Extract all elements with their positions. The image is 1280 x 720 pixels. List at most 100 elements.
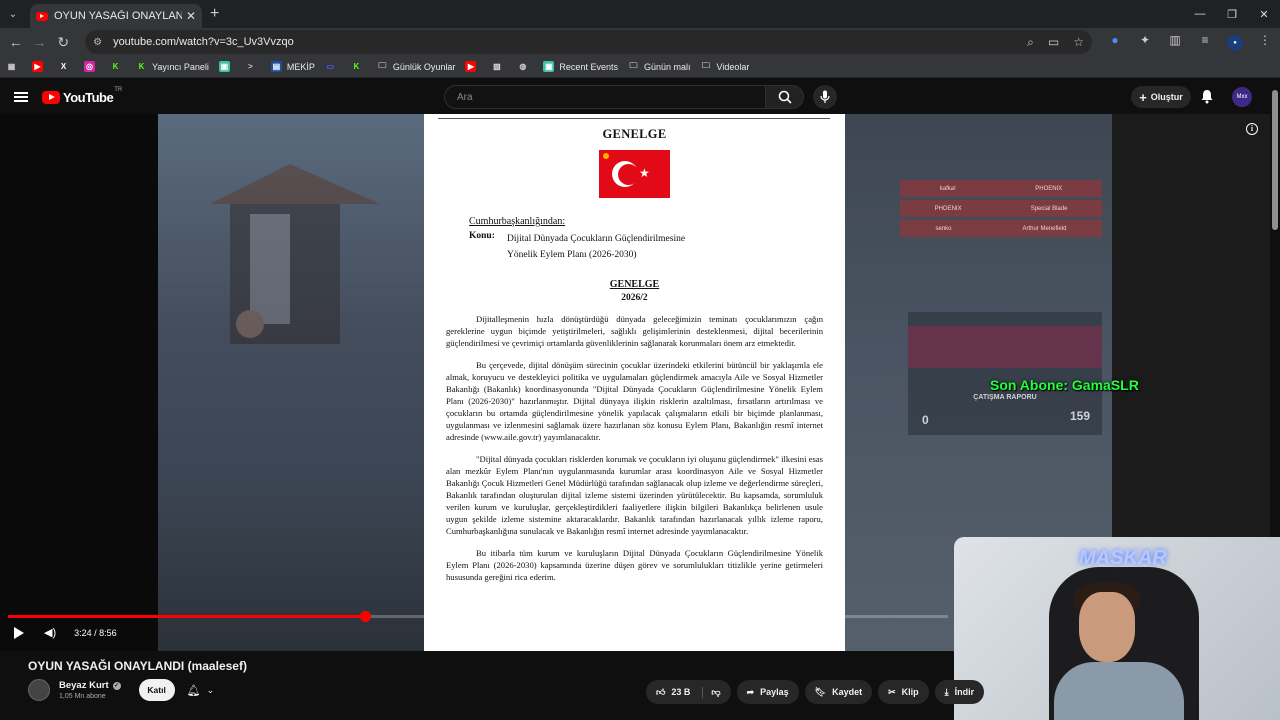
bell-icon: 🔔︎	[186, 684, 201, 697]
youtube-favicon-icon	[36, 11, 48, 21]
channel-avatar[interactable]	[28, 679, 50, 701]
info-icon[interactable]: i	[1246, 123, 1258, 135]
bookmark-gunun-mali[interactable]: 🗀 Günün malı	[628, 61, 690, 72]
cast-icon[interactable]: ▭	[1048, 35, 1059, 49]
bookmark-gunluk-oyunlar[interactable]: 🗀 Günlük Oyunlar	[377, 61, 455, 72]
verified-icon: ✓	[112, 681, 121, 690]
account-avatar[interactable]: Mxx	[1232, 87, 1252, 107]
video-letterbox	[0, 114, 158, 651]
forward-button[interactable]: →	[28, 34, 52, 50]
search-input[interactable]: Ara	[444, 85, 766, 109]
bookmark-app[interactable]: ▣	[218, 61, 235, 72]
reload-button[interactable]: ↻	[51, 34, 75, 51]
restore-button[interactable]: ❐	[1216, 0, 1248, 28]
thumbs-up-icon: 👍︎	[656, 686, 666, 697]
kill-feed-row: kafka! PHOENIX	[900, 180, 1102, 197]
bookmark-x[interactable]: X	[58, 61, 74, 72]
search-icon	[778, 90, 792, 104]
back-button[interactable]: ←	[4, 34, 28, 50]
streamer-webcam: MASKAR	[954, 537, 1280, 720]
bookmarks-bar: ▦ ▶ X ◎ K K Yayıncı Paneli ▣ > ▤ MEKİP ▭ K…	[0, 56, 1280, 78]
bookmark-icon: 🔖︎	[814, 686, 827, 697]
bookmark-terminal[interactable]: >	[245, 61, 261, 72]
side-panel-icon[interactable]: ▥	[1160, 33, 1190, 51]
dislike-icon[interactable]: 👎︎	[702, 686, 721, 698]
game-scenery-image	[210, 164, 380, 344]
youtube-play-icon	[42, 90, 60, 104]
kill-feed-row: senko Arthur Menefield	[900, 220, 1102, 237]
bookmark-kick-2[interactable]: K	[351, 61, 367, 72]
last-subscriber-overlay: Son Abone: GamaSLR	[990, 377, 1139, 393]
channel-name[interactable]: Beyaz Kurt	[59, 680, 109, 691]
extension-icon[interactable]: ●	[1100, 33, 1130, 51]
volume-icon[interactable]: ◀)	[44, 626, 56, 639]
browser-tab-bar: ⌄ OYUN YASAĞI ONAYLANDI (ma… ✕ + — ❐ ✕	[0, 0, 1280, 28]
minimize-button[interactable]: —	[1184, 0, 1216, 28]
search-button[interactable]	[766, 85, 804, 109]
share-icon: ➦	[746, 686, 755, 697]
bookmark-image[interactable]: ▨	[491, 61, 507, 72]
voice-search-button[interactable]	[813, 85, 837, 109]
close-window-button[interactable]: ✕	[1248, 0, 1280, 28]
kill-feed-row: PHOENIX Special Blade	[900, 200, 1102, 217]
document-paragraph: Dijitalleşmenin hızla dönüştürdüğü dünya…	[446, 314, 823, 348]
streamer-face	[1079, 592, 1135, 662]
channel-row: Beyaz Kurt ✓ 1,05 Mn abone Katıl 🔔︎ ⌄	[28, 679, 214, 701]
microphone-icon	[820, 90, 830, 103]
new-tab-button[interactable]: +	[210, 5, 219, 23]
reading-list-icon[interactable]: ≡	[1190, 33, 1220, 51]
document-subject: Konu: Dijital Dünyada Çocukların Güçlend…	[469, 231, 686, 260]
webcam-logo: MASKAR	[1079, 547, 1167, 569]
bookmark-star-icon[interactable]: ☆	[1073, 35, 1084, 49]
youtube-logo[interactable]: YouTube TR	[42, 87, 122, 105]
browser-tab[interactable]: OYUN YASAĞI ONAYLANDI (ma… ✕	[30, 4, 202, 28]
page-scrollbar[interactable]	[1272, 90, 1278, 230]
window-controls: — ❐ ✕	[1184, 0, 1280, 28]
bookmark-videolar[interactable]: 🗀 Videolar	[700, 61, 749, 72]
bookmark-recent-events[interactable]: ▣ Recent Events	[543, 61, 618, 72]
bookmark-mekip[interactable]: ▤ MEKİP	[270, 61, 315, 72]
scissors-icon: ✂	[888, 686, 896, 697]
combat-report-panel: ÇATIŞMA RAPORU 0 159	[908, 312, 1102, 435]
bookmark-globe[interactable]: ◍	[517, 61, 533, 72]
circular-document: GENELGE ★ Cumhurbaşkanlığından: Konu: Di…	[424, 114, 845, 651]
join-button[interactable]: Katıl	[138, 679, 175, 701]
save-button[interactable]: 🔖︎ Kaydet	[804, 680, 873, 704]
notifications-bell-icon[interactable]	[1200, 89, 1214, 109]
hamburger-menu-icon[interactable]	[14, 92, 28, 102]
player-controls: ◀) 3:24 / 8:56	[0, 614, 954, 651]
address-bar[interactable]: ⚙ youtube.com/watch?v=3c_Uv3Vvzqo ⌕ ▭ ☆	[85, 30, 1092, 54]
profile-avatar[interactable]: ●	[1220, 33, 1250, 51]
zoom-icon[interactable]: ⌕	[1027, 35, 1034, 50]
bookmark-instagram[interactable]: ◎	[84, 61, 100, 72]
bookmark-youtube[interactable]: ▶	[32, 61, 48, 72]
close-tab-icon[interactable]: ✕	[186, 9, 196, 23]
streamer-body	[1054, 662, 1184, 720]
clip-button[interactable]: ✂ Klip	[878, 680, 929, 704]
download-button[interactable]: ⤓ İndir	[934, 680, 985, 704]
bookmark-youtube-2[interactable]: ▶	[465, 61, 481, 72]
video-title: OYUN YASAĞI ONAYLANDI (maalesef)	[28, 659, 247, 673]
document-from: Cumhurbaşkanlığından:	[469, 216, 566, 227]
video-actions: 👍︎ 23 B 👎︎ ➦ Paylaş 🔖︎ Kaydet ✂ Klip ⤓ İndir	[646, 680, 985, 704]
create-button[interactable]: + Oluştur	[1131, 86, 1191, 108]
tab-list-dropdown[interactable]: ⌄	[2, 3, 24, 25]
bookmark-kick[interactable]: K	[110, 61, 126, 72]
apps-grid-icon[interactable]: ▦	[6, 61, 22, 72]
document-number: 2026/2	[621, 293, 648, 303]
chevron-down-icon: ⌄	[206, 684, 215, 695]
bookmark-yayinci-paneli[interactable]: K Yayıncı Paneli	[136, 61, 209, 72]
document-subheading: GENELGE	[609, 279, 660, 290]
browser-menu-icon[interactable]: ⋮	[1250, 33, 1280, 51]
extensions-puzzle-icon[interactable]: ✦	[1130, 33, 1160, 51]
agent-banner	[908, 326, 1102, 368]
share-button[interactable]: ➦ Paylaş	[736, 680, 799, 704]
like-button[interactable]: 👍︎ 23 B 👎︎	[646, 680, 731, 704]
bookmark-blue[interactable]: ▭	[325, 61, 341, 72]
play-icon[interactable]	[14, 626, 24, 639]
subscription-bell-button[interactable]: 🔔︎ ⌄	[187, 684, 215, 697]
download-icon: ⤓	[944, 686, 949, 697]
time-display: 3:24 / 8:56	[74, 627, 117, 638]
site-info-icon[interactable]: ⚙	[93, 37, 107, 48]
turkish-flag-emblem: ★	[599, 150, 670, 198]
